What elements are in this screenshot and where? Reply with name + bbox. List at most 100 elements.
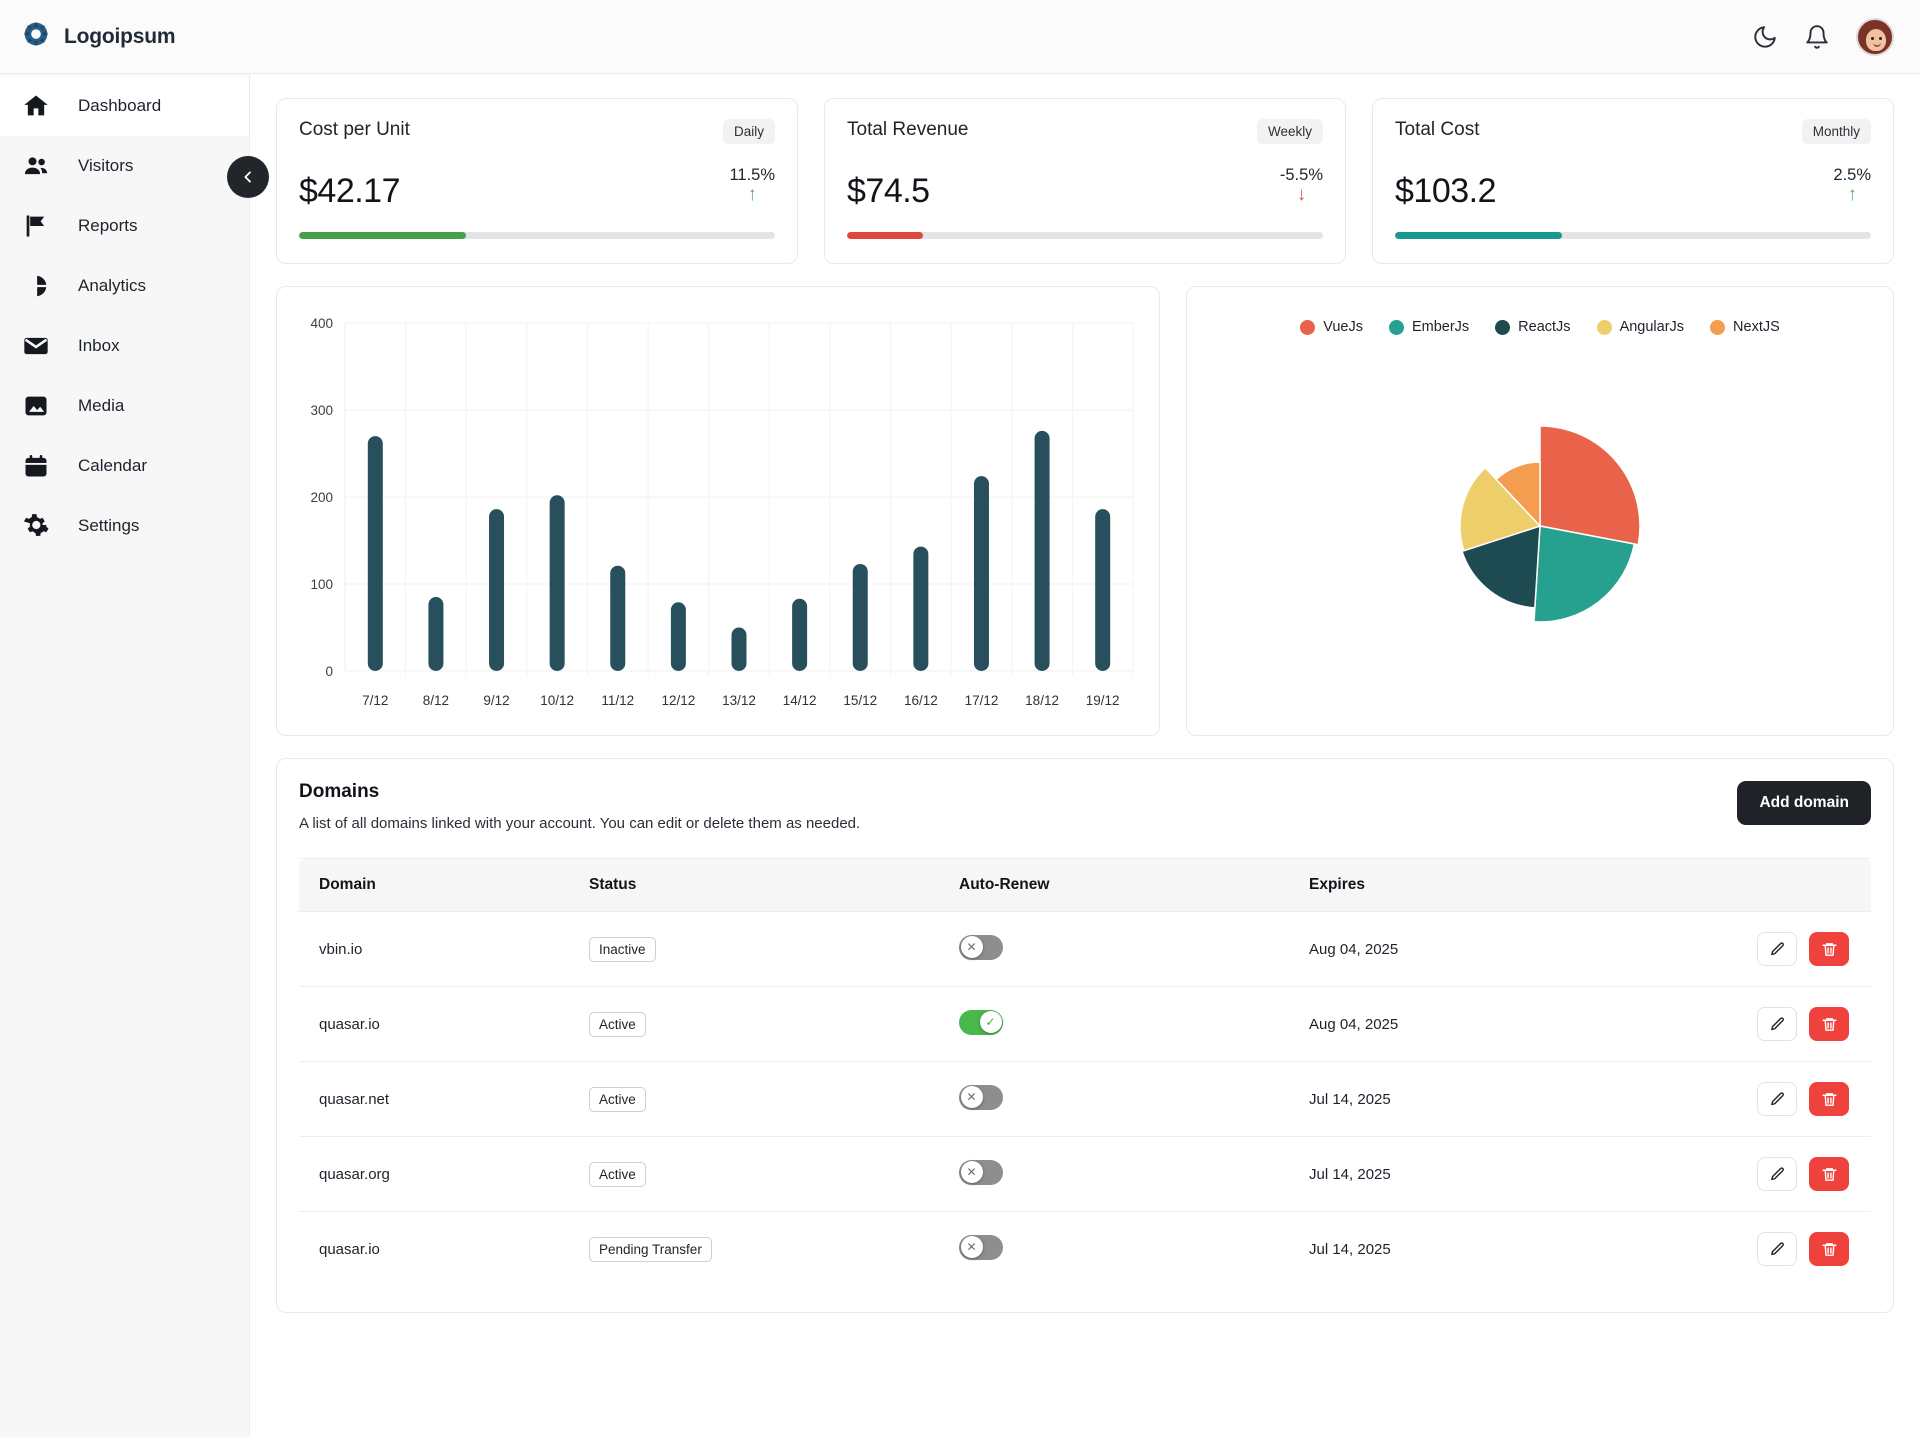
stat-change: 2.5% [1833, 166, 1871, 184]
row-actions [1601, 1082, 1871, 1116]
stat-period-chip[interactable]: Monthly [1802, 119, 1871, 144]
legend-label: NextJS [1733, 319, 1780, 335]
edit-button[interactable] [1757, 932, 1797, 966]
auto-renew-toggle[interactable]: ✓ [959, 1010, 1003, 1035]
sidebar-item-reports[interactable]: Reports [0, 196, 249, 256]
bar-chart-card: 01002003004007/128/129/1210/1211/1212/12… [276, 286, 1160, 736]
chevron-left-icon [240, 169, 256, 185]
stat-title: Cost per Unit [299, 119, 410, 141]
toggle-knob: ✕ [961, 1086, 983, 1108]
auto-renew-toggle[interactable]: ✕ [959, 935, 1003, 960]
progress-track [1395, 232, 1871, 239]
cell-auto-renew: ✕ [959, 1062, 1309, 1137]
edit-button[interactable] [1757, 1232, 1797, 1266]
trash-icon [1821, 1241, 1838, 1258]
legend-color-dot [1300, 320, 1315, 335]
auto-renew-toggle[interactable]: ✕ [959, 1235, 1003, 1260]
toggle-knob: ✓ [980, 1011, 1002, 1033]
toggle-knob: ✕ [961, 936, 983, 958]
cell-expires: Jul 14, 2025 [1309, 1137, 1601, 1212]
progress-fill [299, 232, 466, 239]
trash-icon [1821, 941, 1838, 958]
top-bar: Logoipsum [0, 0, 1920, 74]
cell-expires: Aug 04, 2025 [1309, 987, 1601, 1062]
legend-item-angularjs[interactable]: AngularJs [1597, 319, 1684, 335]
add-domain-button[interactable]: Add domain [1737, 781, 1871, 825]
legend-item-vuejs[interactable]: VueJs [1300, 319, 1363, 335]
auto-renew-toggle[interactable]: ✕ [959, 1160, 1003, 1185]
trash-icon [1821, 1016, 1838, 1033]
cell-domain: vbin.io [299, 912, 589, 987]
cell-auto-renew: ✕ [959, 1137, 1309, 1212]
polar-chart-wrap [1203, 335, 1877, 717]
delete-button[interactable] [1809, 1157, 1849, 1191]
cell-actions [1601, 1212, 1871, 1287]
cell-status: Active [589, 987, 959, 1062]
edit-button[interactable] [1757, 1157, 1797, 1191]
stat-value: $103.2 [1395, 174, 1496, 208]
auto-renew-toggle[interactable]: ✕ [959, 1085, 1003, 1110]
svg-text:13/12: 13/12 [722, 693, 756, 708]
stat-value: $42.17 [299, 174, 400, 208]
status-badge: Active [589, 1087, 646, 1112]
legend-color-dot [1389, 320, 1404, 335]
column-header-expires: Expires [1309, 859, 1601, 912]
status-badge: Active [589, 1162, 646, 1187]
svg-text:15/12: 15/12 [843, 693, 877, 708]
delete-button[interactable] [1809, 932, 1849, 966]
sidebar-item-visitors[interactable]: Visitors [0, 136, 249, 196]
table-body: vbin.ioInactive✕Aug 04, 2025quasar.ioAct… [299, 912, 1871, 1287]
delete-button[interactable] [1809, 1082, 1849, 1116]
svg-text:7/12: 7/12 [362, 693, 388, 708]
legend-label: EmberJs [1412, 319, 1469, 335]
moon-icon[interactable] [1752, 24, 1778, 50]
polar-area-chart [1375, 366, 1705, 686]
svg-text:9/12: 9/12 [483, 693, 509, 708]
legend-label: ReactJs [1518, 319, 1570, 335]
stat-delta: -5.5% ↓ [1280, 166, 1323, 208]
sidebar-item-analytics[interactable]: Analytics [0, 256, 249, 316]
status-badge: Inactive [589, 937, 656, 962]
sidebar-item-calendar[interactable]: Calendar [0, 436, 249, 496]
gear-icon [22, 512, 50, 540]
people-icon [22, 152, 50, 180]
brand[interactable]: Logoipsum [22, 20, 175, 53]
svg-text:17/12: 17/12 [965, 693, 999, 708]
brand-name: Logoipsum [64, 25, 175, 49]
delete-button[interactable] [1809, 1232, 1849, 1266]
legend-item-nextjs[interactable]: NextJS [1710, 319, 1780, 335]
arrow-down-icon: ↓ [1297, 184, 1307, 205]
sidebar-item-label: Settings [78, 516, 139, 536]
stat-change: -5.5% [1280, 166, 1323, 184]
home-icon [22, 92, 50, 120]
legend-label: AngularJs [1620, 319, 1684, 335]
svg-text:300: 300 [310, 403, 333, 418]
svg-text:12/12: 12/12 [661, 693, 695, 708]
stat-card-total-revenue: Total Revenue Weekly $74.5 -5.5% ↓ [824, 98, 1346, 264]
user-avatar[interactable] [1856, 18, 1894, 56]
sidebar-item-inbox[interactable]: Inbox [0, 316, 249, 376]
edit-button[interactable] [1757, 1007, 1797, 1041]
legend-item-emberjs[interactable]: EmberJs [1389, 319, 1469, 335]
svg-text:18/12: 18/12 [1025, 693, 1059, 708]
polar-area-chart-card: VueJs EmberJs ReactJs AngularJs NextJS [1186, 286, 1894, 736]
pencil-icon [1769, 941, 1786, 958]
cell-actions [1601, 912, 1871, 987]
edit-button[interactable] [1757, 1082, 1797, 1116]
sidebar-item-dashboard[interactable]: Dashboard [0, 76, 249, 136]
sidebar-item-media[interactable]: Media [0, 376, 249, 436]
stat-period-chip[interactable]: Daily [723, 119, 775, 144]
legend-color-dot [1710, 320, 1725, 335]
stat-period-chip[interactable]: Weekly [1257, 119, 1323, 144]
bell-icon[interactable] [1804, 24, 1830, 50]
delete-button[interactable] [1809, 1007, 1849, 1041]
legend-item-reactjs[interactable]: ReactJs [1495, 319, 1570, 335]
sidebar-item-label: Calendar [78, 456, 147, 476]
sidebar-collapse-button[interactable] [227, 156, 269, 198]
sidebar-item-label: Inbox [78, 336, 120, 356]
pencil-icon [1769, 1166, 1786, 1183]
sidebar-item-settings[interactable]: Settings [0, 496, 249, 556]
status-badge: Active [589, 1012, 646, 1037]
progress-fill [1395, 232, 1562, 239]
trash-icon [1821, 1166, 1838, 1183]
